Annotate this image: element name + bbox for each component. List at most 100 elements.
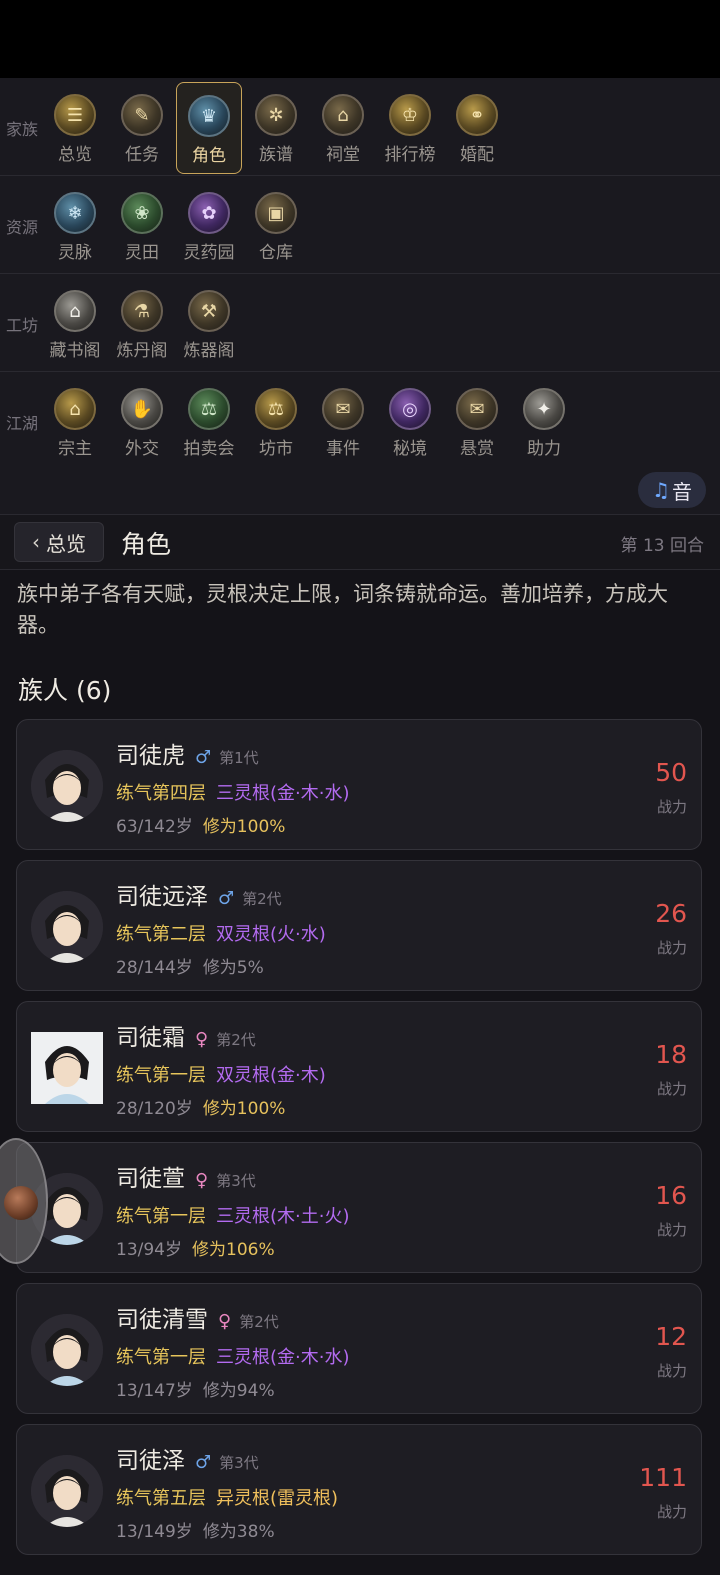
- forge-icon: ⚒: [188, 290, 230, 332]
- nav-item-forge[interactable]: ⚒ 炼器阁: [176, 278, 242, 370]
- nav-item-genealogy[interactable]: ✲ 族谱: [243, 82, 309, 174]
- nav-item-assist[interactable]: ✦ 助力: [511, 376, 577, 468]
- member-age: 13/149岁: [116, 1522, 193, 1542]
- nav-item-label: 族谱: [259, 145, 293, 165]
- combat-power-label: 战力: [656, 798, 687, 816]
- member-age: 28/120岁: [116, 1099, 193, 1119]
- sound-toggle-button[interactable]: ♫ 音: [638, 472, 706, 508]
- nav-item-alchemy[interactable]: ⚗ 炼丹阁: [109, 278, 175, 370]
- female-icon: ♀: [195, 1029, 209, 1050]
- member-name-row: 司徒霜 ♀ 第2代: [116, 1018, 256, 1052]
- member-card[interactable]: 司徒萱 ♀ 第3代 练气第一层 三灵根(木·土·火) 13/94岁 修为106% 16 战力: [16, 1142, 702, 1273]
- member-realm-row: 练气第一层 三灵根(金·木·水): [116, 1343, 350, 1369]
- market-icon: ⚖: [255, 388, 297, 430]
- member-age-row: 28/120岁 修为100%: [116, 1094, 285, 1119]
- nav-item-label: 任务: [125, 145, 159, 165]
- nav-item-label: 助力: [527, 439, 561, 459]
- nav-item-auction[interactable]: ⚖ 拍卖会: [176, 376, 242, 468]
- nav-item-spirit-vein[interactable]: ❄ 灵脉: [42, 180, 108, 272]
- nav-item-label: 拍卖会: [183, 439, 235, 459]
- member-card[interactable]: 司徒霜 ♀ 第2代 练气第一层 双灵根(金·木) 28/120岁 修为100% 18 战力: [16, 1001, 702, 1132]
- back-label: 总览: [46, 531, 86, 556]
- page-header: ‹ 总览 角色 第 13 回合: [0, 514, 720, 570]
- nav-item-task[interactable]: ✎ 任务: [109, 82, 175, 174]
- avatar: [31, 750, 103, 822]
- member-age: 28/144岁: [116, 958, 193, 978]
- nav-item-event[interactable]: ✉ 事件: [310, 376, 376, 468]
- nav-item-sect-master[interactable]: ⌂ 宗主: [42, 376, 108, 468]
- nav-item-herb-garden[interactable]: ✿ 灵药园: [176, 180, 242, 272]
- status-bar: [0, 0, 720, 78]
- nav-item-bounty[interactable]: ✉ 悬赏: [444, 376, 510, 468]
- generation-label: 第3代: [219, 1454, 259, 1472]
- auction-icon: ⚖: [188, 388, 230, 430]
- assistant-icon: [4, 1186, 38, 1220]
- cultivation-realm: 练气第一层: [116, 1206, 206, 1227]
- nav-item-label: 灵田: [125, 243, 159, 263]
- avatar: [31, 1032, 103, 1104]
- combat-power-value: 111: [639, 1463, 687, 1492]
- secret-realm-icon: ◎: [389, 388, 431, 430]
- avatar: [31, 891, 103, 963]
- nav-item-label: 祠堂: [326, 145, 360, 165]
- nav-item-diplomacy[interactable]: ✋ 外交: [109, 376, 175, 468]
- member-age-row: 13/149岁 修为38%: [116, 1517, 275, 1542]
- nav-item-label: 藏书阁: [49, 341, 101, 361]
- member-name-row: 司徒泽 ♂ 第3代: [116, 1441, 259, 1475]
- nav-item-shrine[interactable]: ⌂ 祠堂: [310, 82, 376, 174]
- member-realm-row: 练气第四层 三灵根(金·木·水): [116, 779, 350, 805]
- cultivation-progress: 修为106%: [192, 1240, 275, 1260]
- member-name-row: 司徒清雪 ♀ 第2代: [116, 1300, 279, 1334]
- nav-item-label: 婚配: [460, 145, 494, 165]
- overview-icon: ☰: [54, 94, 96, 136]
- nav-item-secret-realm[interactable]: ◎ 秘境: [377, 376, 443, 468]
- spirit-root: 异灵根(雷灵根): [216, 1488, 339, 1509]
- nav-item-library[interactable]: ⌂ 藏书阁: [42, 278, 108, 370]
- ranking-icon: ♔: [389, 94, 431, 136]
- nav-panel: 家族 ☰ 总览 ✎ 任务 ♛ 角色 ✲ 族谱 ⌂ 祠堂 ♔ 排行榜 ⚭ 婚配 资…: [0, 78, 720, 514]
- nav-row-family: 家族 ☰ 总览 ✎ 任务 ♛ 角色 ✲ 族谱 ⌂ 祠堂 ♔ 排行榜 ⚭ 婚配: [0, 78, 720, 176]
- spirit-root: 双灵根(金·木): [216, 1065, 326, 1086]
- members-section-title: 族人 (6): [18, 676, 112, 705]
- nav-item-warehouse[interactable]: ▣ 仓库: [243, 180, 309, 272]
- member-name: 司徒霜: [116, 1025, 185, 1051]
- task-icon: ✎: [121, 94, 163, 136]
- combat-power-value: 12: [655, 1322, 687, 1351]
- member-age-row: 63/142岁 修为100%: [116, 812, 285, 837]
- cultivation-progress: 修为100%: [202, 817, 286, 837]
- cultivation-realm: 练气第一层: [116, 1347, 206, 1368]
- combat-power-label: 战力: [656, 1362, 687, 1380]
- cultivation-realm: 练气第二层: [116, 924, 206, 945]
- nav-item-marriage[interactable]: ⚭ 婚配: [444, 82, 510, 174]
- nav-item-ranking[interactable]: ♔ 排行榜: [377, 82, 443, 174]
- diplomacy-icon: ✋: [121, 388, 163, 430]
- nav-item-label: 外交: [125, 439, 159, 459]
- spirit-root: 双灵根(火·水): [216, 924, 326, 945]
- nav-item-overview[interactable]: ☰ 总览: [42, 82, 108, 174]
- nav-item-spirit-field[interactable]: ❀ 灵田: [109, 180, 175, 272]
- member-name-row: 司徒萱 ♀ 第3代: [116, 1159, 256, 1193]
- member-card[interactable]: 司徒泽 ♂ 第3代 练气第五层 异灵根(雷灵根) 13/149岁 修为38% 111 战力: [16, 1424, 702, 1555]
- member-name: 司徒远泽: [116, 884, 208, 910]
- cultivation-realm: 练气第五层: [116, 1488, 206, 1509]
- spirit-root: 三灵根(木·土·火): [216, 1206, 350, 1227]
- nav-item-character[interactable]: ♛ 角色: [176, 82, 242, 174]
- spirit-root: 三灵根(金·木·水): [216, 783, 350, 804]
- herb-garden-icon: ✿: [188, 192, 230, 234]
- event-icon: ✉: [322, 388, 364, 430]
- member-card[interactable]: 司徒清雪 ♀ 第2代 练气第一层 三灵根(金·木·水) 13/147岁 修为94% 12 战力: [16, 1283, 702, 1414]
- back-button[interactable]: ‹ 总览: [14, 522, 104, 562]
- member-card[interactable]: 司徒远泽 ♂ 第2代 练气第二层 双灵根(火·水) 28/144岁 修为5% 26 战力: [16, 860, 702, 991]
- member-card[interactable]: 司徒虎 ♂ 第1代 练气第四层 三灵根(金·木·水) 63/142岁 修为100% 50 战力: [16, 719, 702, 850]
- nav-item-label: 炼器阁: [183, 341, 235, 361]
- nav-item-label: 灵脉: [58, 243, 92, 263]
- nav-item-label: 排行榜: [384, 145, 436, 165]
- generation-label: 第3代: [216, 1172, 256, 1190]
- sound-label: 音: [671, 479, 692, 504]
- page-title: 角色: [121, 530, 172, 559]
- member-realm-row: 练气第五层 异灵根(雷灵根): [116, 1484, 338, 1510]
- nav-item-market[interactable]: ⚖ 坊市: [243, 376, 309, 468]
- combat-power-value: 50: [655, 758, 687, 787]
- member-realm-row: 练气第一层 双灵根(金·木): [116, 1061, 326, 1087]
- nav-item-label: 秘境: [393, 439, 427, 459]
